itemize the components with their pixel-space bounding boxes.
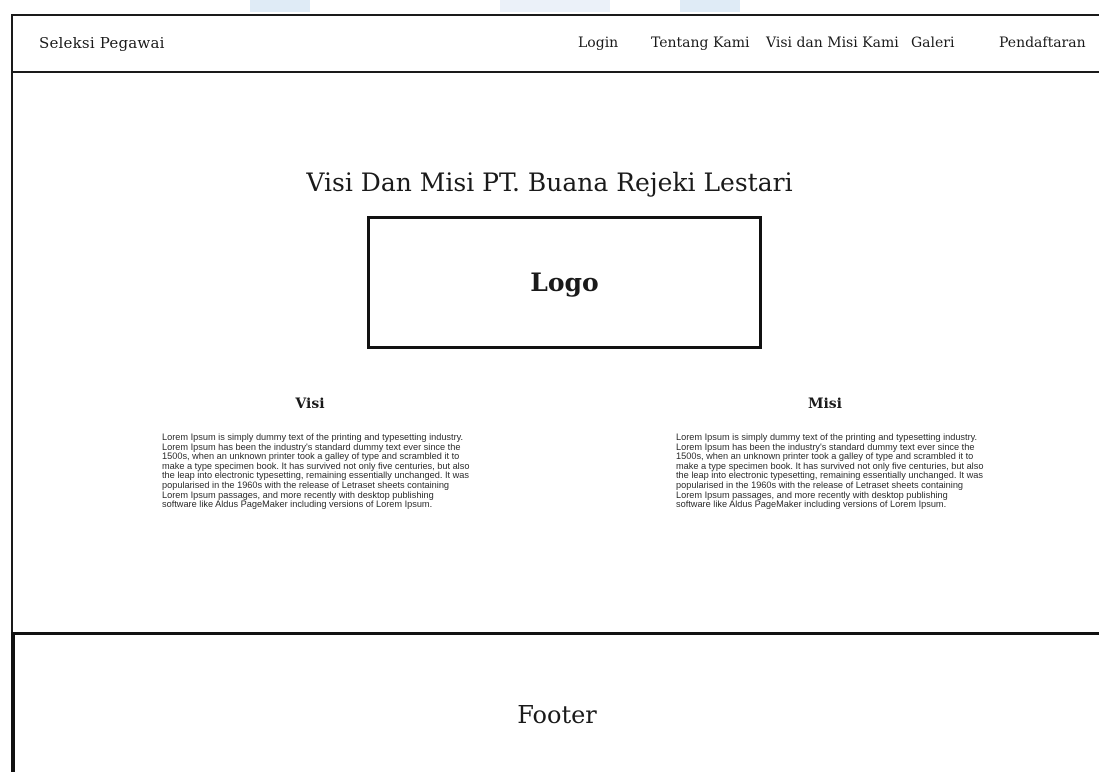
nav-link-login[interactable]: Login — [578, 35, 618, 51]
nav-link-pendaftaran[interactable]: Pendaftaran — [999, 35, 1086, 51]
nav-link-visi-misi[interactable]: Visi dan Misi Kami — [766, 35, 899, 51]
page-title: Visi Dan Misi PT. Buana Rejeki Lestari — [306, 168, 793, 197]
visi-heading: Visi — [295, 396, 325, 412]
footer-label: Footer — [517, 701, 597, 729]
brand-title[interactable]: Seleksi Pegawai — [39, 34, 165, 52]
misi-heading: Misi — [807, 396, 842, 412]
nav-link-galeri[interactable]: Galeri — [911, 35, 954, 51]
misi-text: Lorem Ipsum is simply dummy text of the … — [676, 432, 984, 510]
navbar: Seleksi Pegawai Login Tentang Kami Visi … — [11, 14, 1099, 73]
visi-text: Lorem Ipsum is simply dummy text of the … — [162, 432, 470, 510]
watermark-band — [250, 0, 310, 12]
logo-label: Logo — [530, 268, 599, 297]
footer: Footer — [11, 632, 1099, 772]
logo-placeholder: Logo — [367, 216, 762, 349]
nav-link-tentang-kami[interactable]: Tentang Kami — [651, 35, 750, 51]
watermark-band — [500, 0, 610, 12]
watermark-band — [680, 0, 740, 12]
